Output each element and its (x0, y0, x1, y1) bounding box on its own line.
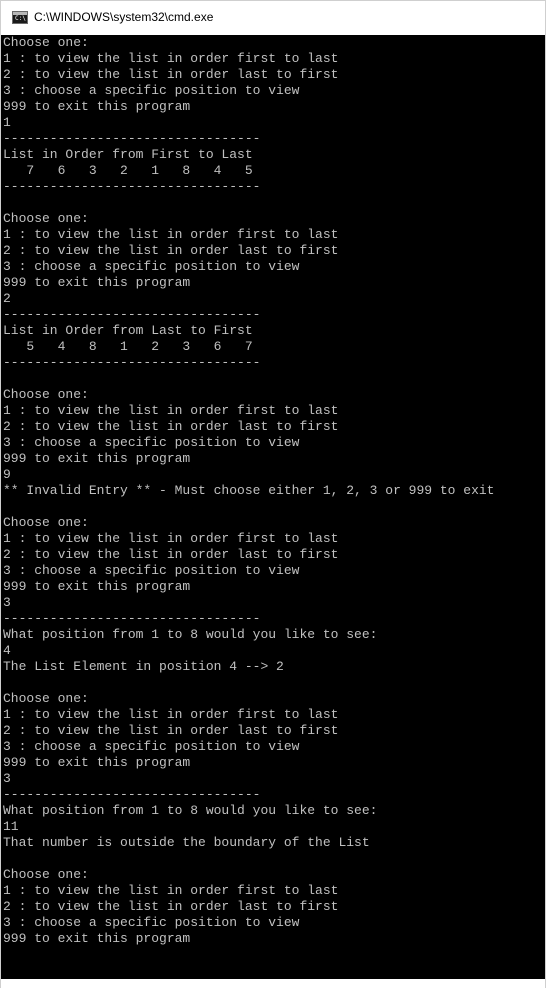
console-line: What position from 1 to 8 would you like… (3, 803, 378, 818)
console-line: 1 : to view the list in order first to l… (3, 707, 339, 722)
console-line: 2 : to view the list in order last to fi… (3, 419, 339, 434)
console-line: Choose one: (3, 211, 89, 226)
console-line: 3 (3, 771, 11, 786)
console-line: What position from 1 to 8 would you like… (3, 627, 378, 642)
console-line: --------------------------------- (3, 355, 261, 370)
console-line: 3 : choose a specific position to view (3, 563, 300, 578)
console-line: 2 (3, 291, 11, 306)
console-line: 9 (3, 467, 11, 482)
console-line: Choose one: (3, 387, 89, 402)
console-line: 2 : to view the list in order last to fi… (3, 723, 339, 738)
cmd-icon[interactable]: C:\ (12, 11, 28, 24)
console-line: The List Element in position 4 --> 2 (3, 659, 284, 674)
console-line: 3 : choose a specific position to view (3, 739, 300, 754)
console-line: 4 (3, 643, 11, 658)
console-line: Choose one: (3, 867, 89, 882)
console-line: --------------------------------- (3, 787, 261, 802)
window-bottom-border (1, 979, 545, 988)
console-line: 1 : to view the list in order first to l… (3, 883, 339, 898)
console-line: 1 : to view the list in order first to l… (3, 227, 339, 242)
console-line: --------------------------------- (3, 131, 261, 146)
console-line: 999 to exit this program (3, 451, 191, 466)
console-line: 3 : choose a specific position to view (3, 83, 300, 98)
console-line: 1 : to view the list in order first to l… (3, 51, 339, 66)
console-line: --------------------------------- (3, 307, 261, 322)
console-line: List in Order from First to Last (3, 147, 253, 162)
console-line: 2 : to view the list in order last to fi… (3, 899, 339, 914)
console-line: 999 to exit this program (3, 99, 191, 114)
window-title: C:\WINDOWS\system32\cmd.exe (34, 10, 214, 24)
console-line: Choose one: (3, 691, 89, 706)
console-line: 1 : to view the list in order first to l… (3, 531, 339, 546)
console-line: --------------------------------- (3, 611, 261, 626)
console-line: 3 : choose a specific position to view (3, 915, 300, 930)
console-line: --------------------------------- (3, 179, 261, 194)
console-line: 999 to exit this program (3, 755, 191, 770)
console-line: Choose one: (3, 35, 89, 50)
console-output[interactable]: Choose one: 1 : to view the list in order… (1, 35, 545, 979)
console-line: 5 4 8 1 2 3 6 7 (3, 339, 253, 354)
console-line: Choose one: (3, 515, 89, 530)
console-line: 7 6 3 2 1 8 4 5 (3, 163, 253, 178)
title-bar[interactable]: C:\ C:\WINDOWS\system32\cmd.exe (1, 1, 545, 34)
console-line: List in Order from Last to First (3, 323, 253, 338)
console-line: 3 (3, 595, 11, 610)
console-line: 3 : choose a specific position to view (3, 259, 300, 274)
console-line: 1 : to view the list in order first to l… (3, 403, 339, 418)
console-line: 11 (3, 819, 19, 834)
console-line: 999 to exit this program (3, 275, 191, 290)
console-line: ** Invalid Entry ** - Must choose either… (3, 483, 495, 498)
console-line: That number is outside the boundary of t… (3, 835, 370, 850)
console-line: 3 : choose a specific position to view (3, 435, 300, 450)
console-line: 1 (3, 115, 11, 130)
console-line: 2 : to view the list in order last to fi… (3, 243, 339, 258)
cmd-window[interactable]: C:\ C:\WINDOWS\system32\cmd.exe Choose o… (0, 0, 546, 988)
console-line: 2 : to view the list in order last to fi… (3, 67, 339, 82)
console-line: 2 : to view the list in order last to fi… (3, 547, 339, 562)
console-line: 999 to exit this program (3, 931, 191, 946)
console-line: 999 to exit this program (3, 579, 191, 594)
